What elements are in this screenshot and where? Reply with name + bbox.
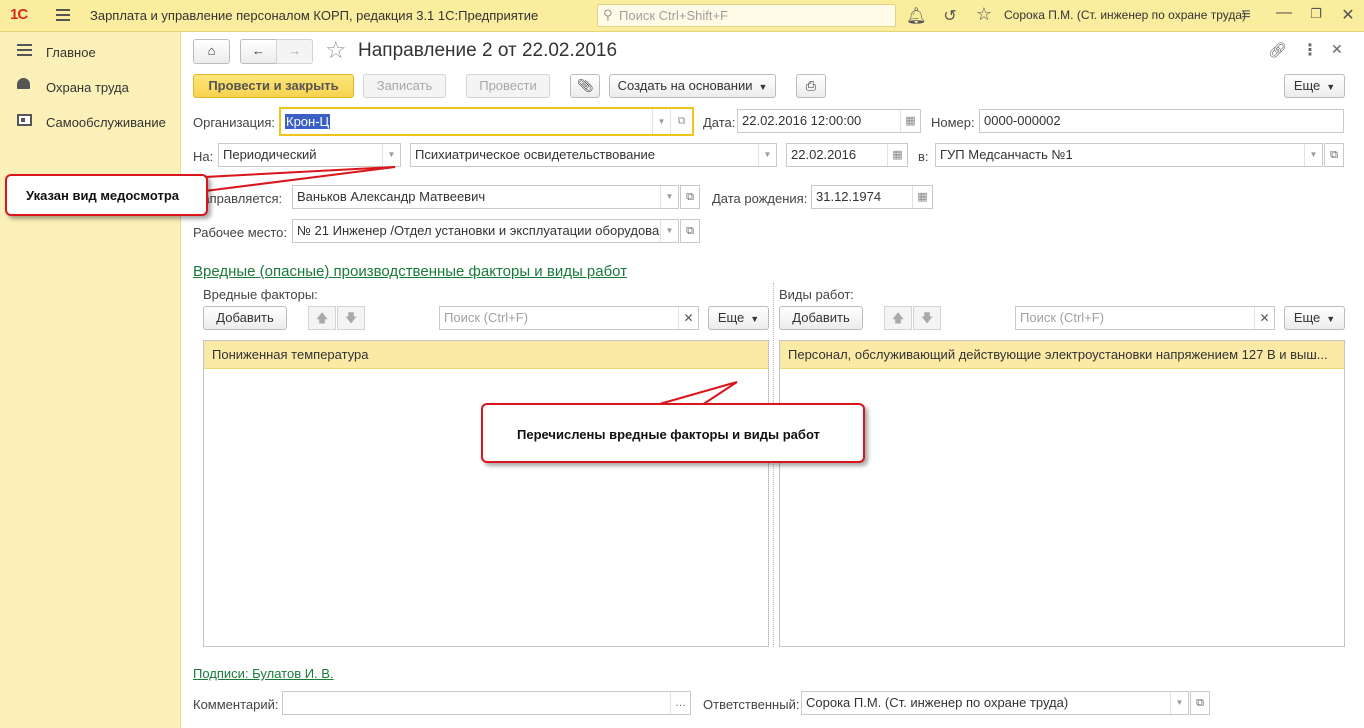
callout-arrows	[204, 166, 738, 406]
callout-pointer-exam-kind	[204, 166, 396, 193]
callout-factors-text: Перечислены вредные факторы и виды работ	[517, 427, 820, 442]
callout-pointer-factors	[655, 381, 738, 406]
callout-exam-kind-text: Указан вид медосмотра	[26, 188, 180, 203]
callout-exam-kind: Указан вид медосмотра	[5, 174, 208, 216]
callout-factors: Перечислены вредные факторы и виды работ	[481, 403, 865, 463]
